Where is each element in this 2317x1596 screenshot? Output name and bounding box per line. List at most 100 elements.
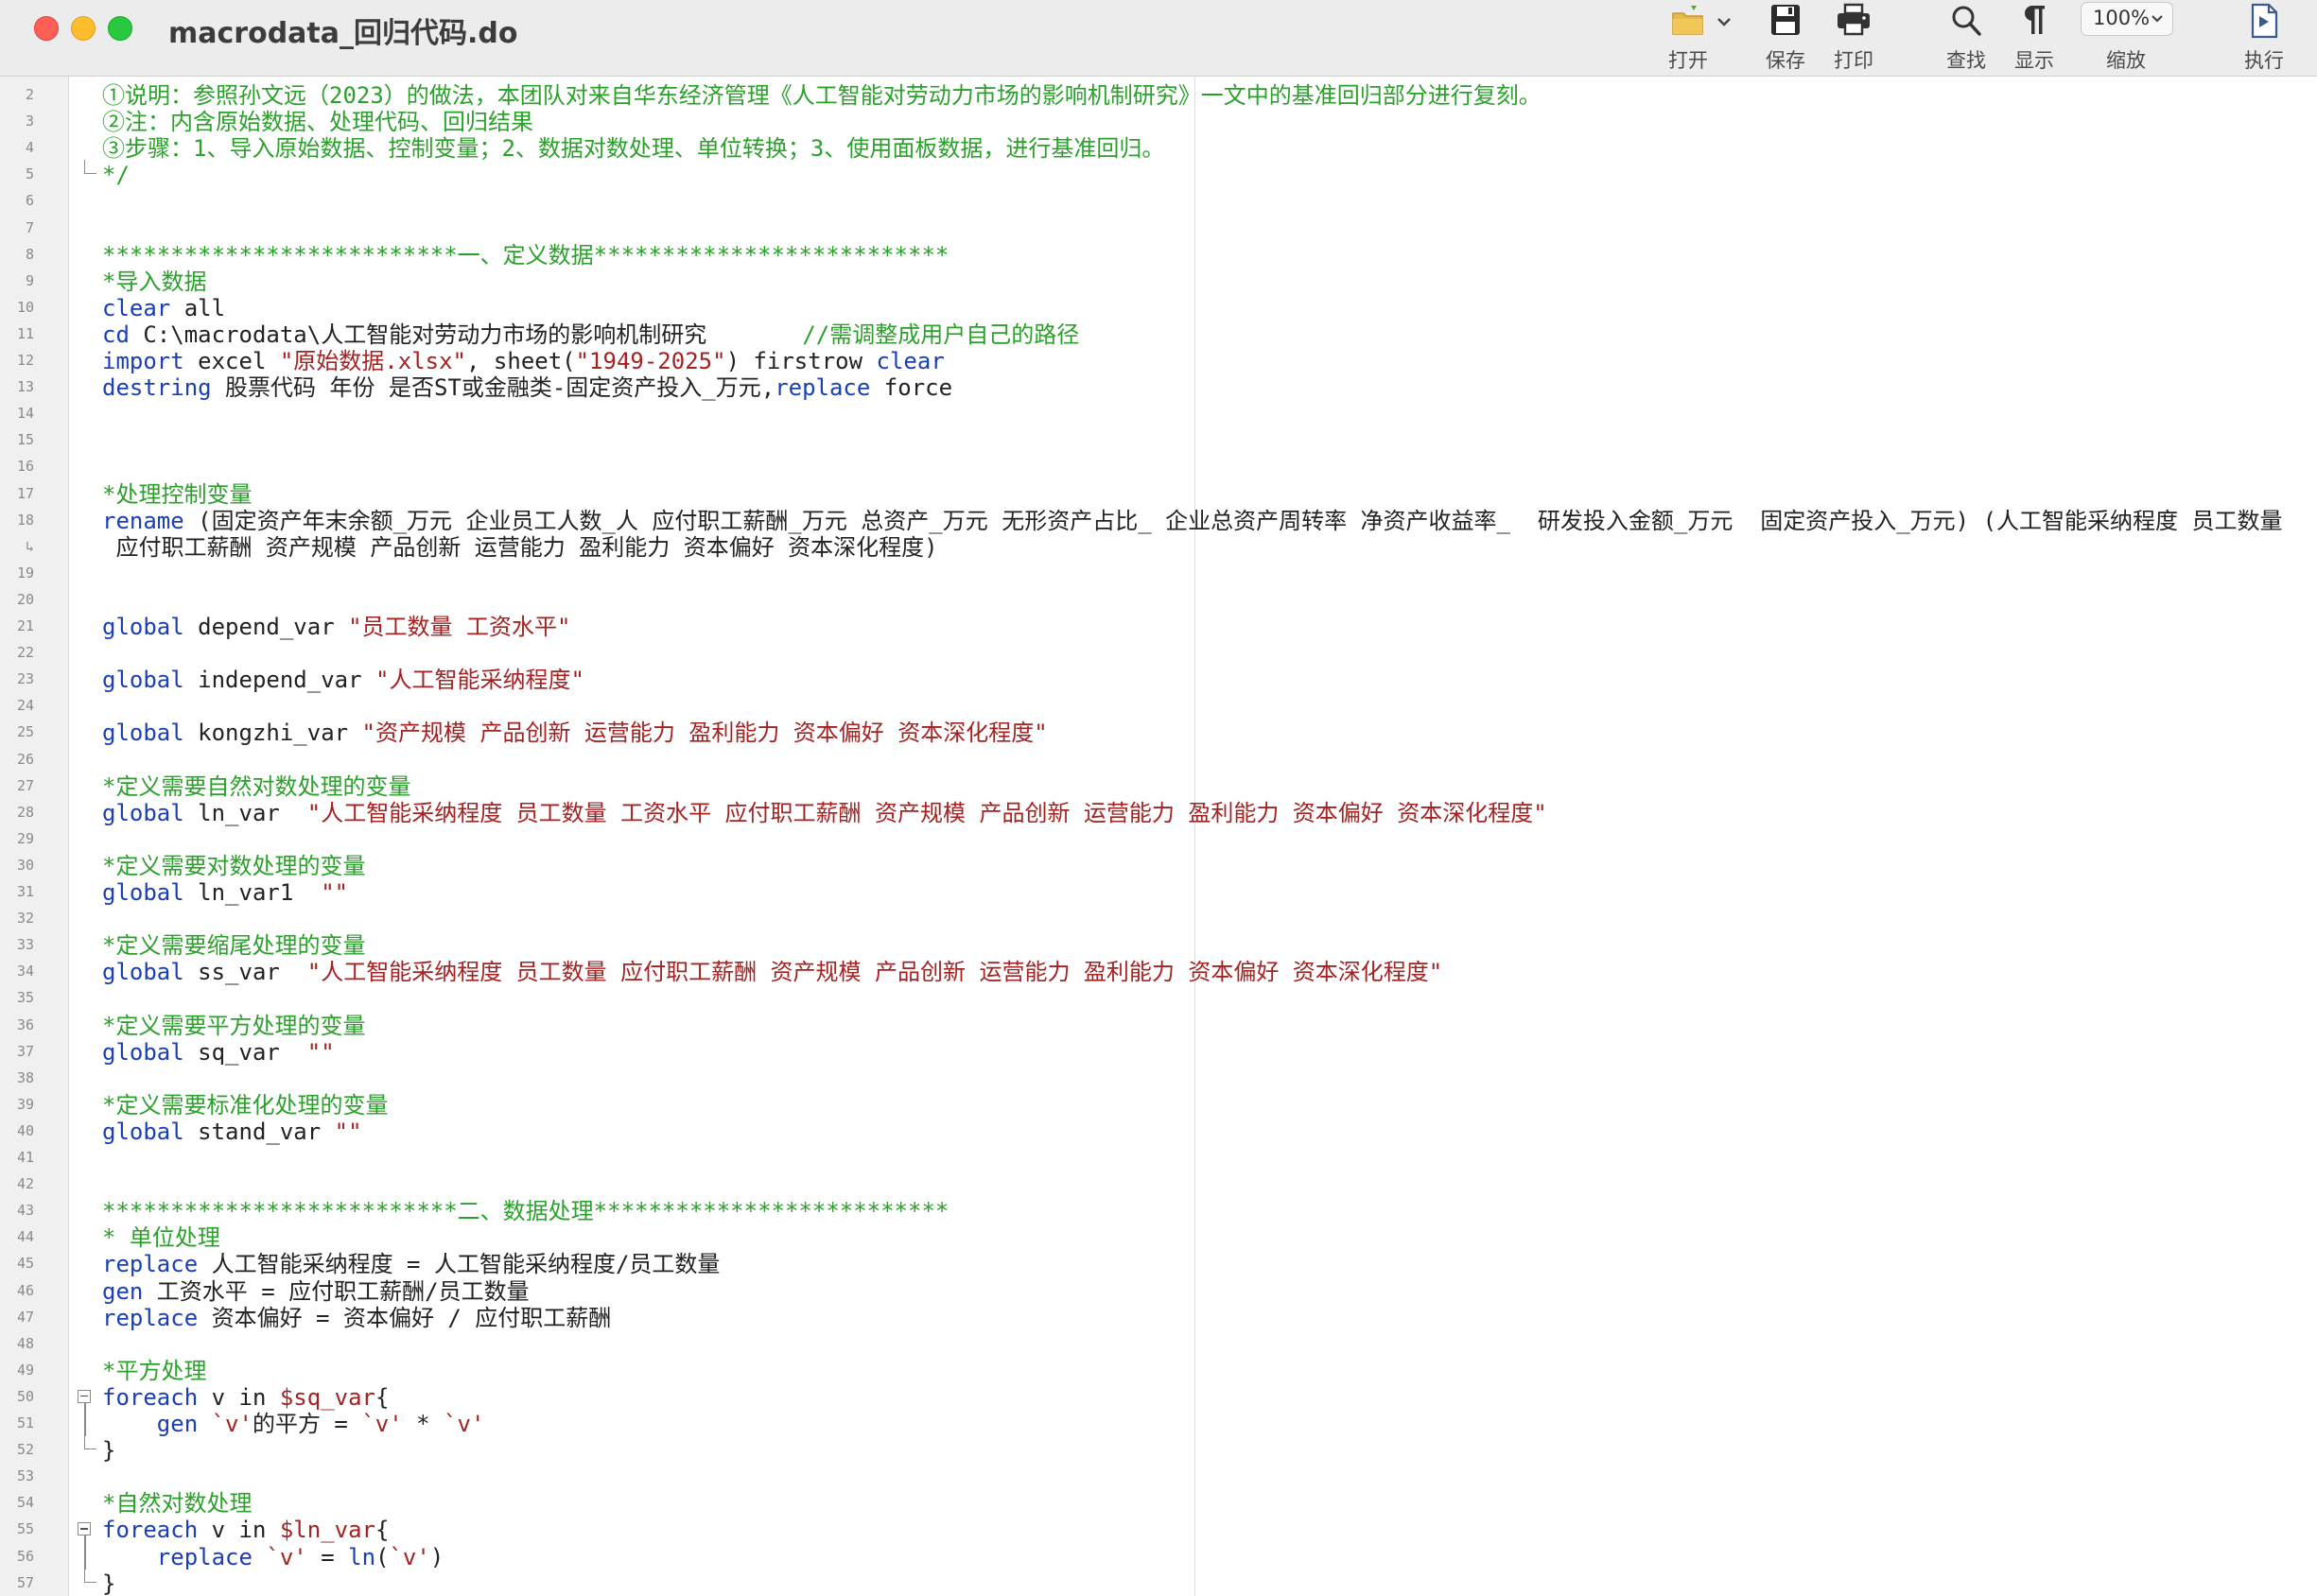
- code-line[interactable]: 2 ①说明：参照孙文远（2023）的做法，本团队对来自华东经济管理《人工智能对劳动…: [0, 80, 2317, 109]
- code-line[interactable]: 43 **************************二、数据处理******…: [0, 1196, 2317, 1224]
- zoom-select[interactable]: 100%: [2081, 2, 2173, 36]
- line-number: 44: [16, 1228, 34, 1246]
- code-line[interactable]: 41: [0, 1143, 2317, 1170]
- code-line[interactable]: 15: [0, 425, 2317, 452]
- line-number: 24: [16, 697, 34, 715]
- show-button[interactable]: 显示: [2000, 0, 2068, 76]
- code-line[interactable]: 57}: [0, 1568, 2317, 1596]
- code-keyword: gen: [156, 1411, 199, 1437]
- zoom-window-button[interactable]: [108, 16, 132, 41]
- code-line[interactable]: 24: [0, 691, 2317, 718]
- close-window-button[interactable]: [34, 16, 59, 41]
- code-line[interactable]: 22: [0, 638, 2317, 665]
- code-line[interactable]: 51 gen `v'的平方 = `v' * `v': [0, 1409, 2317, 1437]
- code-line[interactable]: 7: [0, 214, 2317, 240]
- code-line[interactable]: 48: [0, 1329, 2317, 1356]
- code-line[interactable]: 23 global independ_var "人工智能采纳程度": [0, 665, 2317, 693]
- code-line[interactable]: 37 global sq_var "": [0, 1037, 2317, 1066]
- code-line[interactable]: 8 **************************一、定义数据*******…: [0, 240, 2317, 269]
- code-line[interactable]: 36 *定义需要平方处理的变量: [0, 1011, 2317, 1039]
- window-title: macrodata_回归代码.do: [168, 17, 518, 50]
- code-line[interactable]: 11 cd C:\macrodata\人工智能对劳动力市场的影响机制研究 //需调…: [0, 320, 2317, 348]
- code-line[interactable]: 10 clear all: [0, 293, 2317, 321]
- code-plain: 的平方 =: [252, 1411, 362, 1437]
- code-line[interactable]: 31 global ln_var1 "": [0, 877, 2317, 906]
- code-line[interactable]: 25 global kongzhi_var "资产规模 产品创新 运营能力 盈利能…: [0, 718, 2317, 746]
- code-line[interactable]: 4 ③步骤：1、导入原始数据、控制变量；2、数据对数处理、单位转换；3、使用面板数…: [0, 133, 2317, 162]
- code-line[interactable]: 9 *导入数据: [0, 267, 2317, 295]
- code-plain: (: [375, 1543, 390, 1570]
- code-line[interactable]: 5 */: [0, 160, 2317, 188]
- code-line[interactable]: 21 global depend_var "员工数量 工资水平": [0, 612, 2317, 640]
- code-line[interactable]: 52}: [0, 1435, 2317, 1464]
- code-text: import excel "原始数据.xlsx", sheet("1949-20…: [102, 348, 945, 374]
- fold-toggle-icon[interactable]: [78, 1522, 91, 1536]
- run-button[interactable]: 执行: [2230, 0, 2298, 76]
- line-number: 55: [16, 1520, 34, 1538]
- line-number: 39: [16, 1095, 34, 1113]
- code-line[interactable]: 49 *平方处理: [0, 1356, 2317, 1384]
- open-button[interactable]: 打开: [1653, 0, 1723, 76]
- code-plain: ): [429, 1543, 444, 1570]
- code-line[interactable]: 39 *定义需要标准化处理的变量: [0, 1090, 2317, 1119]
- code-line[interactable]: 46 gen 工资水平 = 应付职工薪酬/员工数量: [0, 1276, 2317, 1305]
- code-text: global ln_var1 "": [102, 879, 348, 906]
- code-line[interactable]: 13 destring 股票代码 年份 是否ST或金融类-固定资产投入_万元,re…: [0, 373, 2317, 401]
- code-comment: ②注：内含原始数据、处理代码、回归结果: [102, 109, 533, 136]
- code-line[interactable]: 12 import excel "原始数据.xlsx", sheet("1949-…: [0, 346, 2317, 374]
- code-line[interactable]: 18 rename (固定资产年末余额_万元 企业员工人数_人 应付职工薪酬_万元…: [0, 506, 2317, 534]
- code-line[interactable]: 30 *定义需要对数处理的变量: [0, 851, 2317, 879]
- code-line[interactable]: 38: [0, 1064, 2317, 1090]
- code-text: ①说明：参照孙文远（2023）的做法，本团队对来自华东经济管理《人工智能对劳动力…: [102, 82, 1542, 109]
- print-button[interactable]: 打印: [1820, 0, 1888, 76]
- code-line[interactable]: 55 foreach v in $ln_var{: [0, 1515, 2317, 1543]
- code-line[interactable]: 45 replace 人工智能采纳程度 = 人工智能采纳程度/员工数量: [0, 1249, 2317, 1277]
- code-text: cd C:\macrodata\人工智能对劳动力市场的影响机制研究 //需调整成…: [102, 321, 1079, 348]
- code-plain: v in: [198, 1383, 280, 1411]
- code-line[interactable]: 29: [0, 824, 2317, 851]
- code-line[interactable]: 44 * 单位处理: [0, 1223, 2317, 1251]
- code-text: destring 股票代码 年份 是否ST或金融类-固定资产投入_万元,repl…: [102, 374, 952, 401]
- line-number: 40: [16, 1121, 34, 1139]
- code-line[interactable]: 42: [0, 1170, 2317, 1196]
- code-editor[interactable]: 2 ①说明：参照孙文远（2023）的做法，本团队对来自华东经济管理《人工智能对劳动…: [0, 77, 2317, 1596]
- code-line[interactable]: 54 *自然对数处理: [0, 1488, 2317, 1517]
- code-line[interactable]: 14: [0, 399, 2317, 425]
- code-line[interactable]: 50 foreach v in $sq_var{: [0, 1382, 2317, 1411]
- code-text: 应付职工薪酬 资产规模 产品创新 运营能力 盈利能力 资本偏好 资本深化程度): [102, 533, 938, 561]
- save-button[interactable]: 保存: [1751, 0, 1820, 76]
- code-line[interactable]: 53: [0, 1462, 2317, 1488]
- code-line[interactable]: 35: [0, 983, 2317, 1010]
- code-line[interactable]: 56 replace `v' = ln(`v'): [0, 1541, 2317, 1570]
- chevron-down-icon[interactable]: [1714, 11, 1734, 32]
- code-line[interactable]: 40 global stand_var "": [0, 1117, 2317, 1145]
- code-plain: ss_var: [183, 959, 307, 986]
- code-line[interactable]: 47 replace 资本偏好 = 资本偏好 / 应付职工薪酬: [0, 1303, 2317, 1331]
- code-line[interactable]: 26: [0, 745, 2317, 772]
- fold-toggle-icon[interactable]: [78, 1389, 91, 1403]
- code-text: foreach v in $ln_var{: [102, 1517, 389, 1543]
- find-label: 查找: [1946, 49, 1986, 72]
- line-number: 17: [16, 484, 34, 502]
- code-line[interactable]: 6: [0, 186, 2317, 213]
- code-line[interactable]: 17 *处理控制变量: [0, 479, 2317, 508]
- code-line[interactable]: 19: [0, 559, 2317, 585]
- code-line[interactable]: 27 *定义需要自然对数处理的变量: [0, 772, 2317, 800]
- code-line[interactable]: ↳ 应付职工薪酬 资产规模 产品创新 运营能力 盈利能力 资本偏好 资本深化程度…: [0, 532, 2317, 561]
- code-plain: 应付职工薪酬 资产规模 产品创新 运营能力 盈利能力 资本偏好 资本深化程度): [102, 533, 938, 561]
- code-line[interactable]: 20: [0, 585, 2317, 612]
- code-line[interactable]: 33 *定义需要缩尾处理的变量: [0, 930, 2317, 959]
- code-text: * 单位处理: [102, 1224, 220, 1251]
- code-text: replace 人工智能采纳程度 = 人工智能采纳程度/员工数量: [102, 1251, 720, 1277]
- code-line[interactable]: 16: [0, 452, 2317, 478]
- code-plain: *: [402, 1411, 444, 1437]
- code-line[interactable]: 28 global ln_var "人工智能采纳程度 员工数量 工资水平 应付职工…: [0, 798, 2317, 826]
- minimize-window-button[interactable]: [71, 16, 96, 41]
- code-text: rename (固定资产年末余额_万元 企业员工人数_人 应付职工薪酬_万元 总…: [102, 508, 2282, 534]
- code-line[interactable]: 34 global ss_var "人工智能采纳程度 员工数量 应付职工薪酬 资产…: [0, 957, 2317, 986]
- code-text: *自然对数处理: [102, 1490, 252, 1517]
- code-line[interactable]: 32: [0, 904, 2317, 930]
- line-number: 46: [16, 1281, 34, 1299]
- code-line[interactable]: 3 ②注：内含原始数据、处理代码、回归结果: [0, 107, 2317, 136]
- find-button[interactable]: 查找: [1932, 0, 2000, 76]
